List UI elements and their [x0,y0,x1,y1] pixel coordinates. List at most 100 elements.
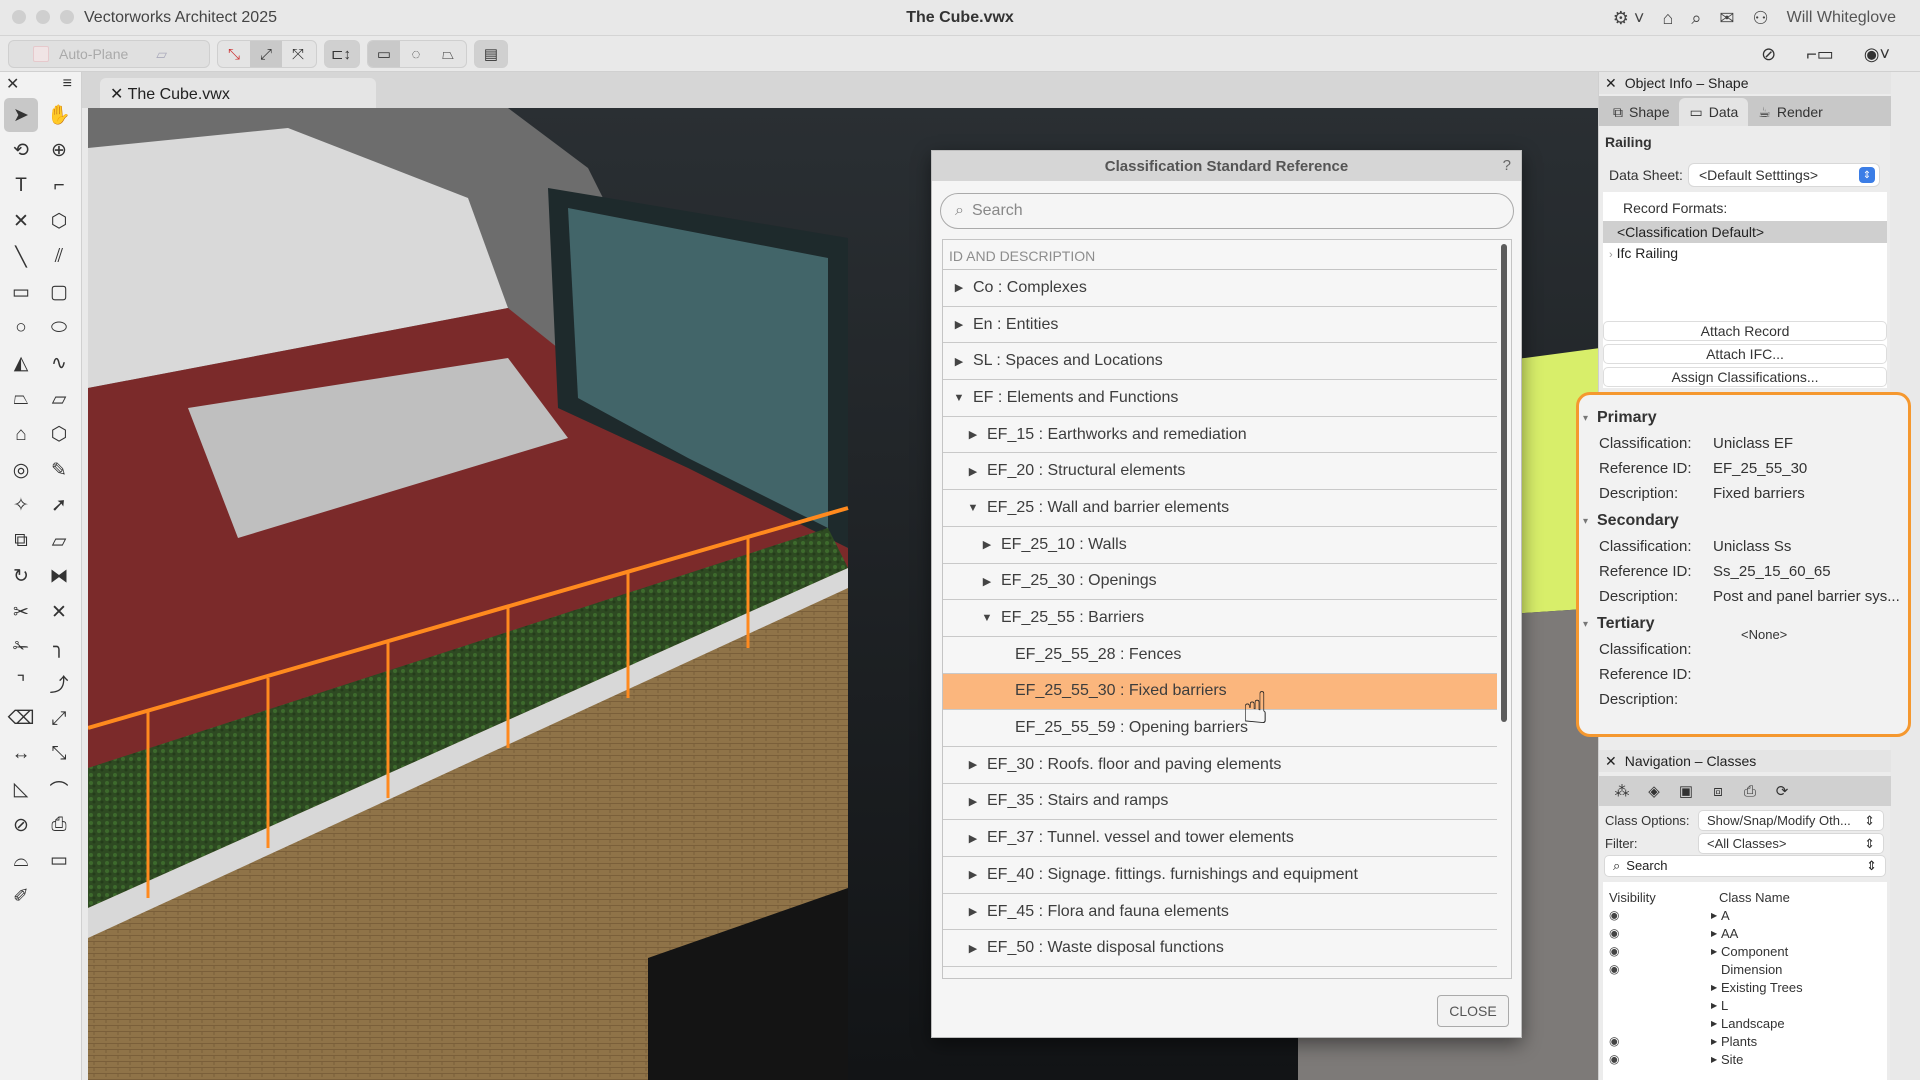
window-icon[interactable]: ▤ [475,41,507,67]
user-icon[interactable]: ⚇ [1753,8,1769,29]
filter-select[interactable]: <All Classes> ⇕ [1699,833,1883,853]
snap-off-icon[interactable]: ⤡ [218,41,250,67]
record-item[interactable]: › Ifc Railing [1609,245,1678,261]
dimension-tool[interactable]: ↔ [4,737,38,771]
minimize-window-button[interactable] [36,10,50,24]
mirror-tool[interactable]: ⧓ [42,560,76,594]
home-icon[interactable]: ⌂ [1662,8,1673,29]
expand-arrow-icon[interactable]: ▶ [1711,1055,1717,1064]
user-name[interactable]: Will Whiteglove [1787,9,1896,27]
tree-row[interactable]: ▶ EF_25_10 : Walls [943,527,1497,564]
zoom-tool[interactable]: ⊕ [42,134,76,168]
close-icon[interactable]: ✕ [1605,753,1617,770]
tree-row[interactable]: ▶ SL : Spaces and Locations [943,343,1497,381]
arc-tool[interactable]: ◭ [4,347,38,381]
disclosure-collapsed-icon[interactable]: ▶ [965,905,981,918]
working-plane-icon[interactable]: ▱ [156,46,167,63]
circle-tool[interactable]: ○ [4,311,38,345]
callout-tool[interactable]: ⌐ [42,169,76,203]
expand-arrow-icon[interactable]: ▶ [1711,1037,1717,1046]
tab-data[interactable]: ▭ Data [1679,98,1749,126]
disclosure-expanded-icon[interactable]: ▼ [979,612,995,624]
view-options-icon[interactable]: ◉˅ [1864,44,1890,65]
disclosure-collapsed-icon[interactable]: ▶ [979,575,995,588]
tree-row[interactable]: ▶ EF_40 : Signage. fittings. furnishings … [943,857,1497,894]
rotate-tool[interactable]: ↻ [4,560,38,594]
assign-classifications-button[interactable]: Assign Classifications... [1603,367,1887,387]
data-sheet-select[interactable]: <Default Setttings> ⇕ [1688,164,1879,186]
disclosure-collapsed-icon[interactable]: ▶ [951,281,967,294]
class-row[interactable]: ▶ Landscape [1603,1016,1887,1034]
3d-locus-tool[interactable]: ⬡ [42,205,76,239]
reshape-tool[interactable]: ◺ [4,773,38,807]
pan-tool[interactable]: ✋ [42,98,76,132]
disclosure-collapsed-icon[interactable]: ▶ [965,942,981,955]
freehand-tool[interactable]: ∿ [42,347,76,381]
tree-row[interactable]: ▶ EF_15 : Earthworks and remediation [943,417,1497,454]
tree-row[interactable]: ▶ EF_20 : Structural elements [943,453,1497,491]
smooth-tool[interactable]: ⌒ [42,773,76,807]
resize-tool[interactable]: ⧉ [4,524,38,558]
double-polygon-tool[interactable]: ⌂ [4,418,38,452]
class-row[interactable]: ▶ Existing Trees [1603,980,1887,998]
selection-tool[interactable]: ➤ [4,98,38,132]
double-line-tool[interactable]: ⫽ [42,240,76,274]
tree-row[interactable]: ▼ EF : Elements and Functions [943,380,1497,417]
disclosure-collapsed-icon[interactable]: ▶ [951,355,967,368]
disclosure-expanded-icon[interactable]: ▼ [951,392,967,404]
class-row[interactable]: ◉ ▶ AA [1603,926,1887,944]
arch-tool[interactable]: ⌓ [4,844,38,878]
class-row[interactable]: ◉ ▶ Site [1603,1052,1887,1070]
gear-icon[interactable]: ⚙︎ ˅ [1613,8,1645,29]
eyedropper-tool[interactable]: ✎ [42,453,76,487]
tree-row[interactable]: EF_25_55_59 : Opening barriers [943,710,1497,747]
scrollbar[interactable] [1501,244,1507,722]
expand-arrow-icon[interactable]: ▶ [1711,947,1717,956]
disclosure-collapsed-icon[interactable]: ▶ [965,758,981,771]
flyover-tool[interactable]: ⟲ [4,134,38,168]
layers-icon[interactable]: ◈ [1641,779,1667,803]
close-icon[interactable]: ✕ [1605,75,1617,92]
expand-arrow-icon[interactable]: ▶ [1711,1001,1717,1010]
auto-plane-checkbox[interactable] [33,46,49,62]
disclosure-expanded-icon[interactable]: ▼ [965,502,981,514]
hide-icon[interactable]: ⊘ [1761,44,1776,65]
visibility-eye-icon[interactable]: ◉ [1609,944,1619,958]
clip-tool[interactable]: ✁ [4,631,38,665]
zoom-window-button[interactable] [60,10,74,24]
attach-ifc-button[interactable]: Attach IFC... [1603,344,1887,364]
class-row[interactable]: ◉ Dimension [1603,962,1887,980]
fillet-tool[interactable]: ╮ [42,631,76,665]
window-frame-tool[interactable]: ▭ [42,844,76,878]
eraser-tool[interactable]: ⌫ [4,702,38,736]
angular-dimension-tool[interactable]: ⤡ [42,737,76,771]
locus-tool[interactable]: ✕ [4,205,38,239]
visibility-eye-icon[interactable]: ◉ [1609,1052,1619,1066]
visibility-column-header[interactable]: Visibility [1609,890,1656,905]
expand-arrow-icon[interactable]: ▶ [1711,929,1717,938]
references-icon[interactable]: ⟳ [1769,779,1795,803]
class-row[interactable]: ◉ ▶ Component [1603,944,1887,962]
disclosure-collapsed-icon[interactable]: ▶ [965,868,981,881]
document-tab[interactable]: ✕ The Cube.vwx [100,78,376,108]
tree-row[interactable]: ▶ EF_35 : Stairs and ramps [943,784,1497,821]
tree-row[interactable]: ▶ EF_45 : Flora and fauna elements [943,894,1497,931]
help-button[interactable]: ? [1503,157,1511,174]
text-tool[interactable]: T [4,169,38,203]
mail-icon[interactable]: ✉︎ [1719,8,1734,29]
crop-icon[interactable]: ⌐▭ [1806,44,1834,65]
disclosure-collapsed-icon[interactable]: ▶ [951,318,967,331]
collapse-triangle-icon[interactable]: ▾ [1583,413,1588,424]
visibility-eye-icon[interactable]: ◉ [1609,908,1619,922]
tree-row[interactable]: ▶ EF_30 : Roofs. floor and paving element… [943,747,1497,784]
expand-arrow-icon[interactable]: ▶ [1711,911,1717,920]
viewports-icon[interactable]: ⧈ [1705,779,1731,803]
snap-single-icon[interactable]: ⤢ [250,41,282,67]
tree-row[interactable]: ▼ EF_25_55 : Barriers [943,600,1497,637]
expand-arrow-icon[interactable]: ▶ [1711,983,1717,992]
attribute-mapping-tool[interactable]: ✐ [4,879,38,913]
classes-icon[interactable]: ⁂ [1609,779,1635,803]
class-row[interactable]: ◉ ▶ Plants [1603,1034,1887,1052]
camera-tool[interactable]: ⎙ [42,808,76,842]
tree-row[interactable]: ▶ EF_50 : Waste disposal functions [943,930,1497,968]
